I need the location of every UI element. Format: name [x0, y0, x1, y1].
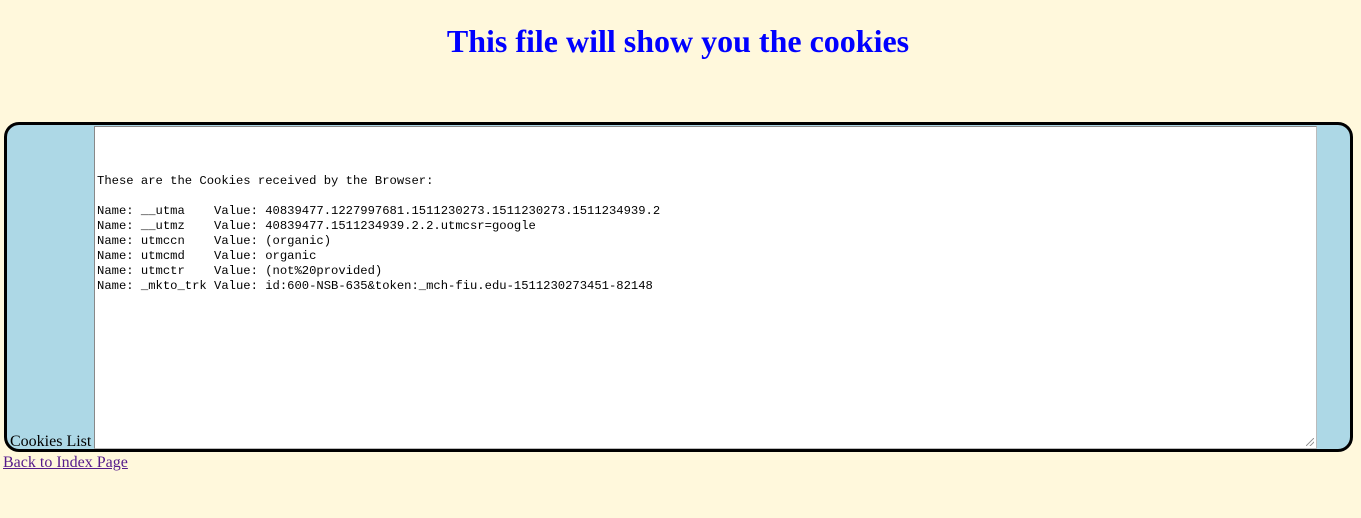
cookies-list-label: Cookies List: [10, 433, 92, 450]
cookie-line: Name: __utmz Value: 40839477.1511234939.…: [97, 219, 536, 233]
page-title: This file will show you the cookies: [446, 23, 910, 59]
cookies-panel: Cookies List These are the Cookies recei…: [4, 122, 1353, 452]
back-to-index-link[interactable]: Back to Index Page: [3, 454, 128, 472]
cookie-line: Name: utmctr Value: (not%20provided): [97, 264, 383, 278]
cookies-text: These are the Cookies received by the Br…: [95, 127, 1316, 294]
cookie-line: Name: utmcmd Value: organic: [97, 249, 317, 263]
cookie-line: Name: utmccn Value: (organic): [97, 234, 332, 248]
cookie-line: Name: _mkto_trk Value: id:600-NSB-635&to…: [97, 279, 653, 293]
cookies-intro: These are the Cookies received by the Br…: [97, 174, 434, 188]
cookie-line: Name: __utma Value: 40839477.1227997681.…: [97, 204, 661, 218]
resize-grip-icon[interactable]: [1306, 438, 1314, 446]
cookies-textarea[interactable]: These are the Cookies received by the Br…: [94, 126, 1317, 449]
